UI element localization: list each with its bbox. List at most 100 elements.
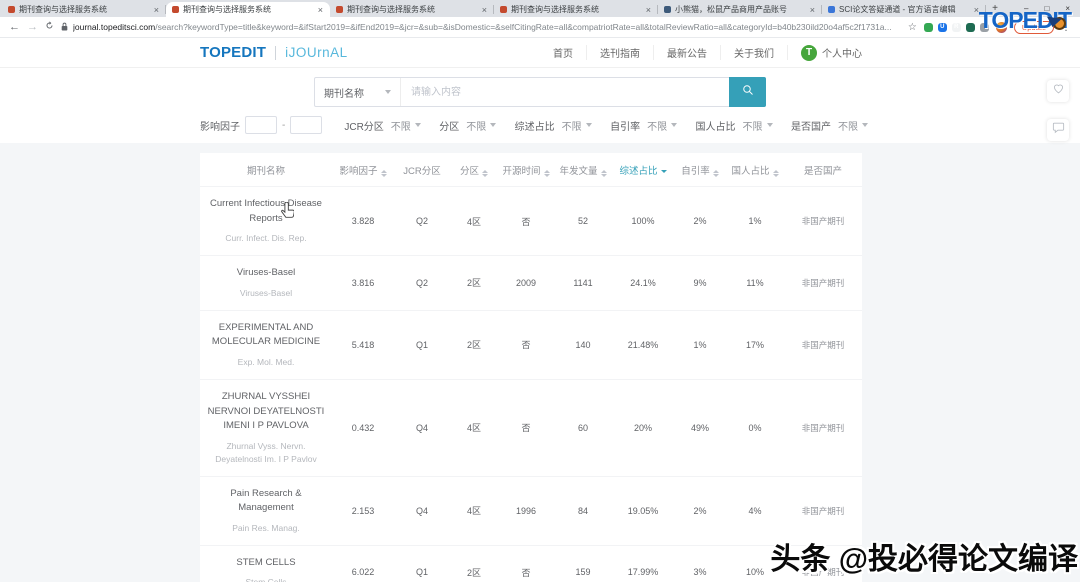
filter-label: JCR分区	[344, 118, 383, 133]
jcr-cell: Q1	[394, 310, 450, 379]
browser-tab[interactable]: 期刊查询与选择服务系统 ×	[166, 2, 330, 17]
filter-select[interactable]: 不限	[647, 118, 677, 133]
lock-icon	[61, 18, 68, 36]
refresh-icon[interactable]	[45, 21, 54, 33]
table-header-row: 期刊名称 影响因子 JCR分区 分区	[200, 153, 862, 187]
review-ratio-cell: 24.1%	[612, 256, 674, 310]
sort-icon[interactable]	[544, 170, 550, 177]
column-header[interactable]: 期刊名称	[200, 153, 332, 187]
extension-icon[interactable]	[966, 23, 975, 32]
sort-icon[interactable]	[482, 170, 488, 177]
tab-close-icon[interactable]: ×	[645, 5, 652, 15]
jcr-cell: Q2	[394, 187, 450, 256]
back-icon[interactable]: ←	[9, 22, 20, 33]
journal-name-link[interactable]: Pain Research & Management	[202, 487, 330, 516]
compatriot-ratio-cell: 17%	[726, 310, 784, 379]
review-ratio-cell: 20%	[612, 379, 674, 476]
self-citation-cell: 3%	[674, 545, 726, 582]
column-header[interactable]: 是否国产	[784, 153, 862, 187]
chevron-down-icon	[586, 123, 592, 127]
chevron-down-icon	[385, 90, 391, 94]
forward-icon[interactable]: →	[27, 22, 38, 33]
journal-abbreviation: Exp. Mol. Med.	[202, 356, 330, 369]
jcr-cell: Q4	[394, 379, 450, 476]
tab-favicon-icon	[172, 6, 179, 13]
filter-select[interactable]: 不限	[466, 118, 496, 133]
filter-value: 不限	[391, 118, 411, 133]
column-header[interactable]: 综述占比	[612, 153, 674, 187]
filter-select[interactable]: 不限	[562, 118, 592, 133]
site-logo[interactable]: TOPEDIT iJOUrnAL	[200, 44, 348, 61]
journal-name-link[interactable]: STEM CELLS	[202, 556, 330, 571]
column-header[interactable]: 开源时间	[498, 153, 554, 187]
column-header[interactable]: 分区	[450, 153, 498, 187]
tab-close-icon[interactable]: ×	[481, 5, 488, 15]
sort-icon[interactable]	[773, 170, 779, 177]
nav-item[interactable]: 最新公告	[654, 45, 721, 60]
sort-icon[interactable]	[381, 170, 387, 177]
search-button[interactable]	[729, 77, 766, 107]
user-center-link[interactable]: T 个人中心	[788, 45, 862, 61]
journal-name-link[interactable]: Current Infectious Disease Reports	[202, 197, 330, 226]
column-header[interactable]: 影响因子	[332, 153, 394, 187]
jcr-cell: Q1	[394, 545, 450, 582]
filter-value: 不限	[647, 118, 667, 133]
url-text[interactable]: journal.topeditsci.com/search?keywordTyp…	[73, 22, 892, 32]
feedback-button[interactable]	[1047, 119, 1069, 141]
tab-close-icon[interactable]: ×	[809, 5, 816, 15]
filter-label: 分区	[439, 118, 459, 133]
impact-factor-label: 影响因子	[200, 118, 240, 133]
column-header[interactable]: 自引率	[674, 153, 726, 187]
filter-select[interactable]: 不限	[838, 118, 868, 133]
filter-select[interactable]: 不限	[743, 118, 773, 133]
extension-icon[interactable]	[924, 23, 933, 32]
browser-tab[interactable]: 期刊查询与选择服务系统 ×	[330, 2, 494, 17]
nav-item[interactable]: 首页	[540, 45, 587, 60]
extension-icon[interactable]: R	[952, 23, 961, 32]
tab-close-icon[interactable]: ×	[317, 5, 324, 15]
journal-name-link[interactable]: EXPERIMENTAL AND MOLECULAR MEDICINE	[202, 321, 330, 350]
favorite-button[interactable]	[1047, 80, 1069, 102]
filter-value: 不限	[466, 118, 486, 133]
journal-abbreviation: Stem Cells	[202, 576, 330, 582]
journal-name-link[interactable]: Viruses-Basel	[202, 266, 330, 281]
journal-abbreviation: Viruses-Basel	[202, 287, 330, 300]
impact-factor-cell: 0.432	[332, 379, 394, 476]
sort-icon[interactable]	[601, 170, 607, 177]
oa-since-cell: 否	[498, 545, 554, 582]
browser-tab-strip: 期刊查询与选择服务系统 × 期刊查询与选择服务系统 × 期刊查询与选择服务系统 …	[0, 0, 1080, 17]
sort-icon[interactable]	[661, 170, 667, 173]
column-header[interactable]: 国人占比	[726, 153, 784, 187]
impact-factor-max-input[interactable]	[290, 116, 322, 134]
self-citation-cell: 2%	[674, 476, 726, 545]
column-header[interactable]: JCR分区	[394, 153, 450, 187]
journal-name-link[interactable]: ZHURNAL VYSSHEI NERVNOI DEYATELNOSTI IME…	[202, 390, 330, 434]
tab-favicon-icon	[828, 6, 835, 13]
column-header[interactable]: 年发文量	[554, 153, 612, 187]
browser-tab[interactable]: SCI论文答疑通道 - 官方语言编辑 ×	[822, 2, 986, 17]
chevron-down-icon	[767, 123, 773, 127]
annual-articles-cell: 1141	[554, 256, 612, 310]
table-row: Pain Research & Management Pain Res. Man…	[200, 476, 862, 545]
nav-item[interactable]: 关于我们	[721, 45, 788, 60]
column-header-label: 影响因子	[339, 166, 377, 177]
browser-tab[interactable]: 小熊猫，松鼠产品商用产品账号 ×	[658, 2, 822, 17]
filter-select[interactable]: 不限	[391, 118, 421, 133]
oa-since-cell: 否	[498, 379, 554, 476]
search-input[interactable]	[401, 78, 729, 106]
browser-tab[interactable]: 期刊查询与选择服务系统 ×	[2, 2, 166, 17]
tab-close-icon[interactable]: ×	[153, 5, 160, 15]
impact-factor-cell: 5.418	[332, 310, 394, 379]
filter-label: 是否国产	[791, 118, 831, 133]
topedit-watermark: TOPEDIT	[979, 7, 1066, 34]
journal-abbreviation: Zhurnal Vyss. Nervn. Deyatelnosti Im. I …	[202, 440, 330, 466]
impact-factor-min-input[interactable]	[245, 116, 277, 134]
nav-item[interactable]: 选刊指南	[587, 45, 654, 60]
browser-tab[interactable]: 期刊查询与选择服务系统 ×	[494, 2, 658, 17]
bookmark-star-icon[interactable]: ☆	[908, 22, 917, 33]
sort-icon[interactable]	[713, 170, 719, 177]
filter-item: 是否国产 不限	[791, 118, 868, 133]
column-header-label: 分区	[460, 166, 479, 177]
extension-icon[interactable]: U	[938, 23, 947, 32]
search-type-select[interactable]: 期刊名称	[315, 78, 401, 106]
